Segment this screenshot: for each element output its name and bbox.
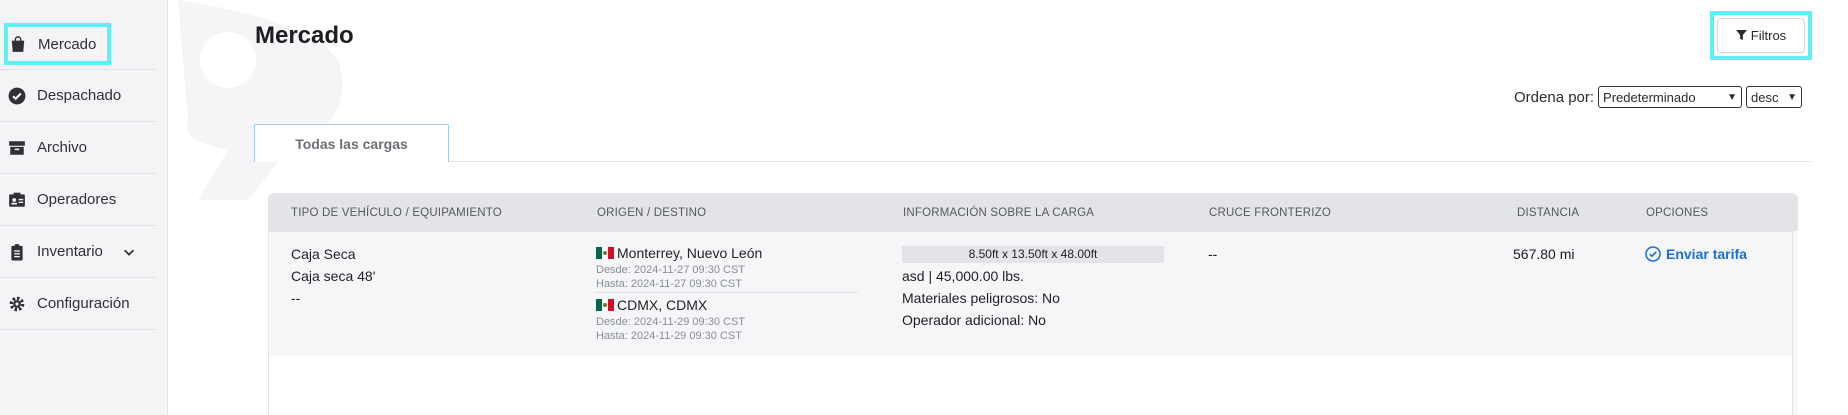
destination-place: CDMX, CDMX (617, 297, 708, 313)
filter-button-label: Filtros (1750, 28, 1787, 43)
table-scroll-edge (1792, 231, 1798, 415)
shopping-bag-icon (8, 34, 28, 54)
divider (596, 292, 858, 293)
destination-from: Desde: 2024-11-29 09:30 CST (596, 316, 745, 328)
loads-table: TIPO DE VEHÍCULO / EQUIPAMIENTO ORIGEN /… (268, 193, 1798, 415)
weight: asd | 45,000.00 lbs. (902, 268, 1024, 284)
destination: CDMX, CDMX (596, 295, 858, 315)
sidebar-item-inventario[interactable]: Inventario (0, 226, 156, 278)
sidebar-item-label: Operadores (37, 191, 117, 208)
chevron-down-icon[interactable] (122, 245, 136, 259)
origin-place: Monterrey, Nuevo León (617, 245, 763, 261)
mexico-flag-icon (596, 299, 614, 311)
filter-highlight: Filtros (1710, 11, 1812, 60)
filter-button[interactable]: Filtros (1717, 18, 1805, 53)
tabs-underline (255, 161, 1811, 162)
sidebar-item-operadores[interactable]: Operadores (0, 174, 156, 226)
column-header: OPCIONES (1646, 207, 1709, 219)
send-rate-label: Enviar tarifa (1666, 246, 1747, 262)
chevron-down-icon: ▼ (1787, 91, 1798, 103)
sort-direction-select[interactable]: desc ▼ (1746, 86, 1803, 108)
equipment: Caja seca 48' (291, 268, 376, 284)
page-title: Mercado (255, 22, 354, 49)
sidebar-item-configuracion[interactable]: Configuración (0, 278, 156, 330)
tab-todas-las-cargas[interactable]: Todas las cargas (254, 124, 449, 162)
sidebar-item-label: Configuración (37, 295, 130, 312)
filter-icon (1735, 30, 1747, 41)
table-header: TIPO DE VEHÍCULO / EQUIPAMIENTO ORIGEN /… (269, 194, 1797, 232)
archive-box-icon (7, 138, 27, 158)
sort-label: Ordena por: (1514, 88, 1595, 106)
vehicle-type: Caja Seca (291, 246, 356, 262)
mexico-flag-icon (596, 247, 614, 259)
sort-field-select[interactable]: Predeterminado ▼ (1598, 86, 1743, 108)
dimensions: 8.50ft x 13.50ft x 48.00ft (902, 246, 1164, 263)
sidebar-item-label: Archivo (37, 139, 88, 156)
vehicle-cell: Caja Seca Caja seca 48' -- (291, 243, 375, 309)
column-header: ORIGEN / DESTINO (597, 207, 707, 219)
gear-icon (7, 294, 27, 314)
check-circle-outline-icon (1645, 246, 1661, 262)
sidebar-item-archivo[interactable]: Archivo (0, 122, 156, 174)
send-rate-link[interactable]: Enviar tarifa (1645, 243, 1747, 265)
distance: 567.80 mi (1513, 246, 1575, 262)
origin-to: Hasta: 2024-11-27 09:30 CST (596, 278, 742, 290)
load-info-cell: 8.50ft x 13.50ft x 48.00ft asd | 45,000.… (902, 246, 1164, 331)
column-header: CRUCE FRONTERIZO (1209, 207, 1332, 219)
column-header: INFORMACIÓN SOBRE LA CARGA (903, 207, 1095, 219)
column-header: DISTANCIA (1517, 207, 1580, 219)
table-row[interactable]: Caja Seca Caja seca 48' -- Monterrey, Nu… (269, 232, 1797, 356)
border-crossing: -- (1208, 246, 1218, 262)
clipboard-icon (7, 242, 27, 262)
id-card-icon (7, 190, 27, 210)
destination-to: Hasta: 2024-11-29 09:30 CST (596, 330, 742, 342)
sort-controls: Ordena por: Predeterminado ▼ desc ▼ (1514, 86, 1803, 108)
sidebar: Mercado Despachado Archivo Operadores In… (0, 0, 168, 415)
sort-field-value: Predeterminado (1603, 89, 1696, 105)
origin-from: Desde: 2024-11-27 09:30 CST (596, 264, 745, 276)
chevron-down-icon: ▼ (1727, 91, 1738, 103)
hazmat: Materiales peligrosos: No (902, 290, 1060, 306)
column-header: TIPO DE VEHÍCULO / EQUIPAMIENTO (291, 207, 502, 219)
origin: Monterrey, Nuevo León (596, 243, 858, 263)
app-root: Mercado Despachado Archivo Operadores In… (0, 0, 1848, 415)
sidebar-item-label: Inventario (37, 243, 103, 260)
origin-destination-cell: Monterrey, Nuevo León Desde: 2024-11-27 … (596, 243, 858, 343)
sidebar-item-mercado[interactable]: Mercado (4, 23, 111, 65)
sidebar-item-label: Despachado (37, 87, 122, 104)
sidebar-item-label: Mercado (38, 35, 97, 53)
extra-operator: Operador adicional: No (902, 312, 1046, 328)
check-circle-icon (7, 86, 27, 106)
sort-direction-value: desc (1751, 89, 1779, 105)
sidebar-item-despachado[interactable]: Despachado (0, 70, 156, 122)
vehicle-extra: -- (291, 290, 301, 306)
